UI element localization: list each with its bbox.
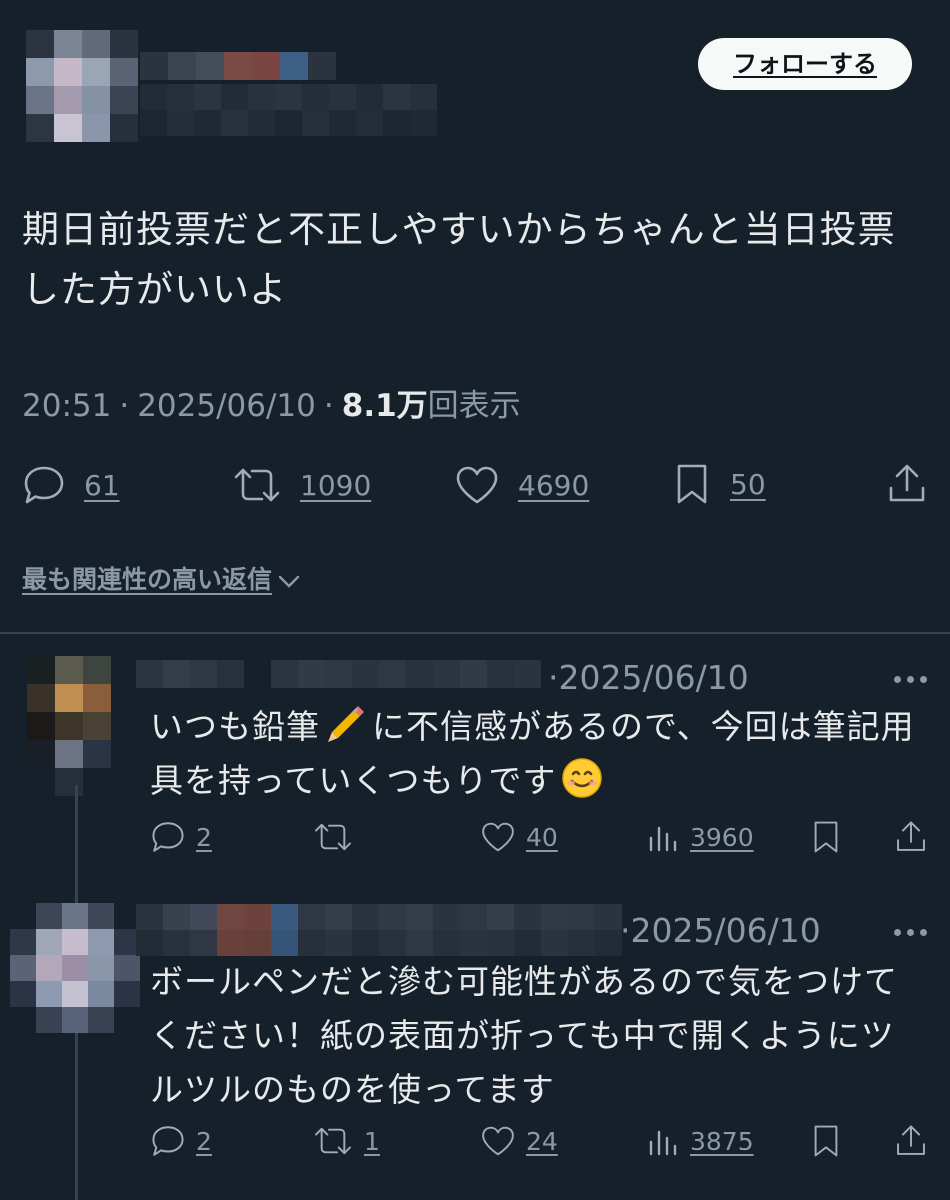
like-icon <box>456 466 498 504</box>
reply-author-name[interactable] <box>136 904 622 956</box>
reply-icon <box>24 466 64 504</box>
meta-separator: · <box>119 388 130 424</box>
reply-icon <box>152 1126 184 1156</box>
reply-count: 61 <box>84 468 120 502</box>
chevron-down-icon <box>278 575 300 588</box>
post-date[interactable]: 2025/06/10 <box>137 388 316 424</box>
post-action-bar: 61 1090 4690 50 <box>0 460 950 510</box>
reply-button[interactable]: 2 <box>150 1124 212 1158</box>
like-button[interactable]: 4690 <box>454 464 589 506</box>
repost-count: 1 <box>364 1126 380 1156</box>
divider <box>0 632 950 634</box>
replies-sort-label: 最も関連性の高い返信 <box>22 565 273 594</box>
pencil-emoji <box>328 706 364 742</box>
like-icon <box>482 822 514 852</box>
bookmark-icon <box>814 1125 838 1157</box>
bookmark-button[interactable] <box>810 818 842 856</box>
reply-button[interactable]: 2 <box>150 820 212 854</box>
bookmark-icon <box>814 821 838 853</box>
view-count: 3875 <box>690 1126 754 1156</box>
views-button[interactable]: 3960 <box>646 820 754 854</box>
share-icon <box>897 821 925 851</box>
reply-count: 2 <box>196 1126 212 1156</box>
reply-date[interactable]: ·2025/06/10 <box>620 911 821 950</box>
reply-button[interactable]: 61 <box>22 464 120 506</box>
replies-sort-dropdown[interactable]: 最も関連性の高い返信 <box>22 560 302 596</box>
reply-icon <box>152 822 184 852</box>
like-count: 24 <box>526 1126 558 1156</box>
reply-text: ボールペンだと滲む可能性があるので気をつけてください！紙の表面が折っても中で開く… <box>150 962 898 1109</box>
share-icon <box>889 464 925 502</box>
repost-button[interactable]: 1090 <box>232 464 371 506</box>
like-button[interactable]: 24 <box>480 1124 558 1158</box>
bookmark-count: 50 <box>730 467 766 501</box>
smile-emoji <box>562 758 603 798</box>
more-icon[interactable] <box>892 672 932 686</box>
repost-icon <box>234 468 280 502</box>
reply-action-bar: 2 40 3960 <box>0 818 950 858</box>
view-count: 3960 <box>690 822 754 852</box>
reply-text-part: いつも鉛筆 <box>150 707 320 746</box>
author-avatar[interactable] <box>26 30 138 142</box>
follow-button[interactable]: フォローする <box>698 38 912 90</box>
author-name[interactable] <box>140 52 336 80</box>
views-button[interactable]: 3875 <box>646 1124 754 1158</box>
share-button[interactable] <box>886 462 928 506</box>
like-icon <box>482 1126 514 1156</box>
bookmark-icon <box>677 464 707 504</box>
views-icon <box>649 1130 677 1156</box>
repost-button[interactable] <box>312 820 364 854</box>
repost-icon <box>315 1127 351 1155</box>
like-count: 40 <box>526 822 558 852</box>
reply-avatar[interactable] <box>10 903 140 1033</box>
repost-count: 1090 <box>300 468 372 502</box>
share-button[interactable] <box>894 1122 928 1160</box>
share-icon <box>897 1125 925 1155</box>
reply-avatar[interactable] <box>27 656 111 796</box>
reply-count: 2 <box>196 822 212 852</box>
post-time[interactable]: 20:51 <box>22 388 111 424</box>
reply-text: いつも鉛筆 に不信感があるので、今回は筆記用具を持っていくつもりです <box>150 700 920 808</box>
reply-author-name[interactable] <box>136 660 541 688</box>
reply-date[interactable]: ·2025/06/10 <box>548 658 749 697</box>
repost-icon <box>315 823 351 851</box>
view-count: 8.1万 <box>341 388 428 424</box>
view-label: 回表示 <box>427 388 521 424</box>
like-button[interactable]: 40 <box>480 820 558 854</box>
meta-separator: · <box>323 388 334 424</box>
more-icon[interactable] <box>892 925 932 939</box>
like-count: 4690 <box>518 468 590 502</box>
share-button[interactable] <box>894 818 928 856</box>
bookmark-button[interactable]: 50 <box>672 462 766 506</box>
repost-button[interactable]: 1 <box>312 1124 380 1158</box>
reply-action-bar: 2 1 24 3875 <box>0 1122 950 1162</box>
author-handle[interactable] <box>140 84 437 136</box>
views-icon <box>649 826 677 852</box>
post-meta: 20:51 · 2025/06/10 · 8.1万回表示 <box>22 380 521 425</box>
post-text: 期日前投票だと不正しやすいからちゃんと当日投票した方がいいよ <box>22 208 896 311</box>
bookmark-button[interactable] <box>810 1122 842 1160</box>
